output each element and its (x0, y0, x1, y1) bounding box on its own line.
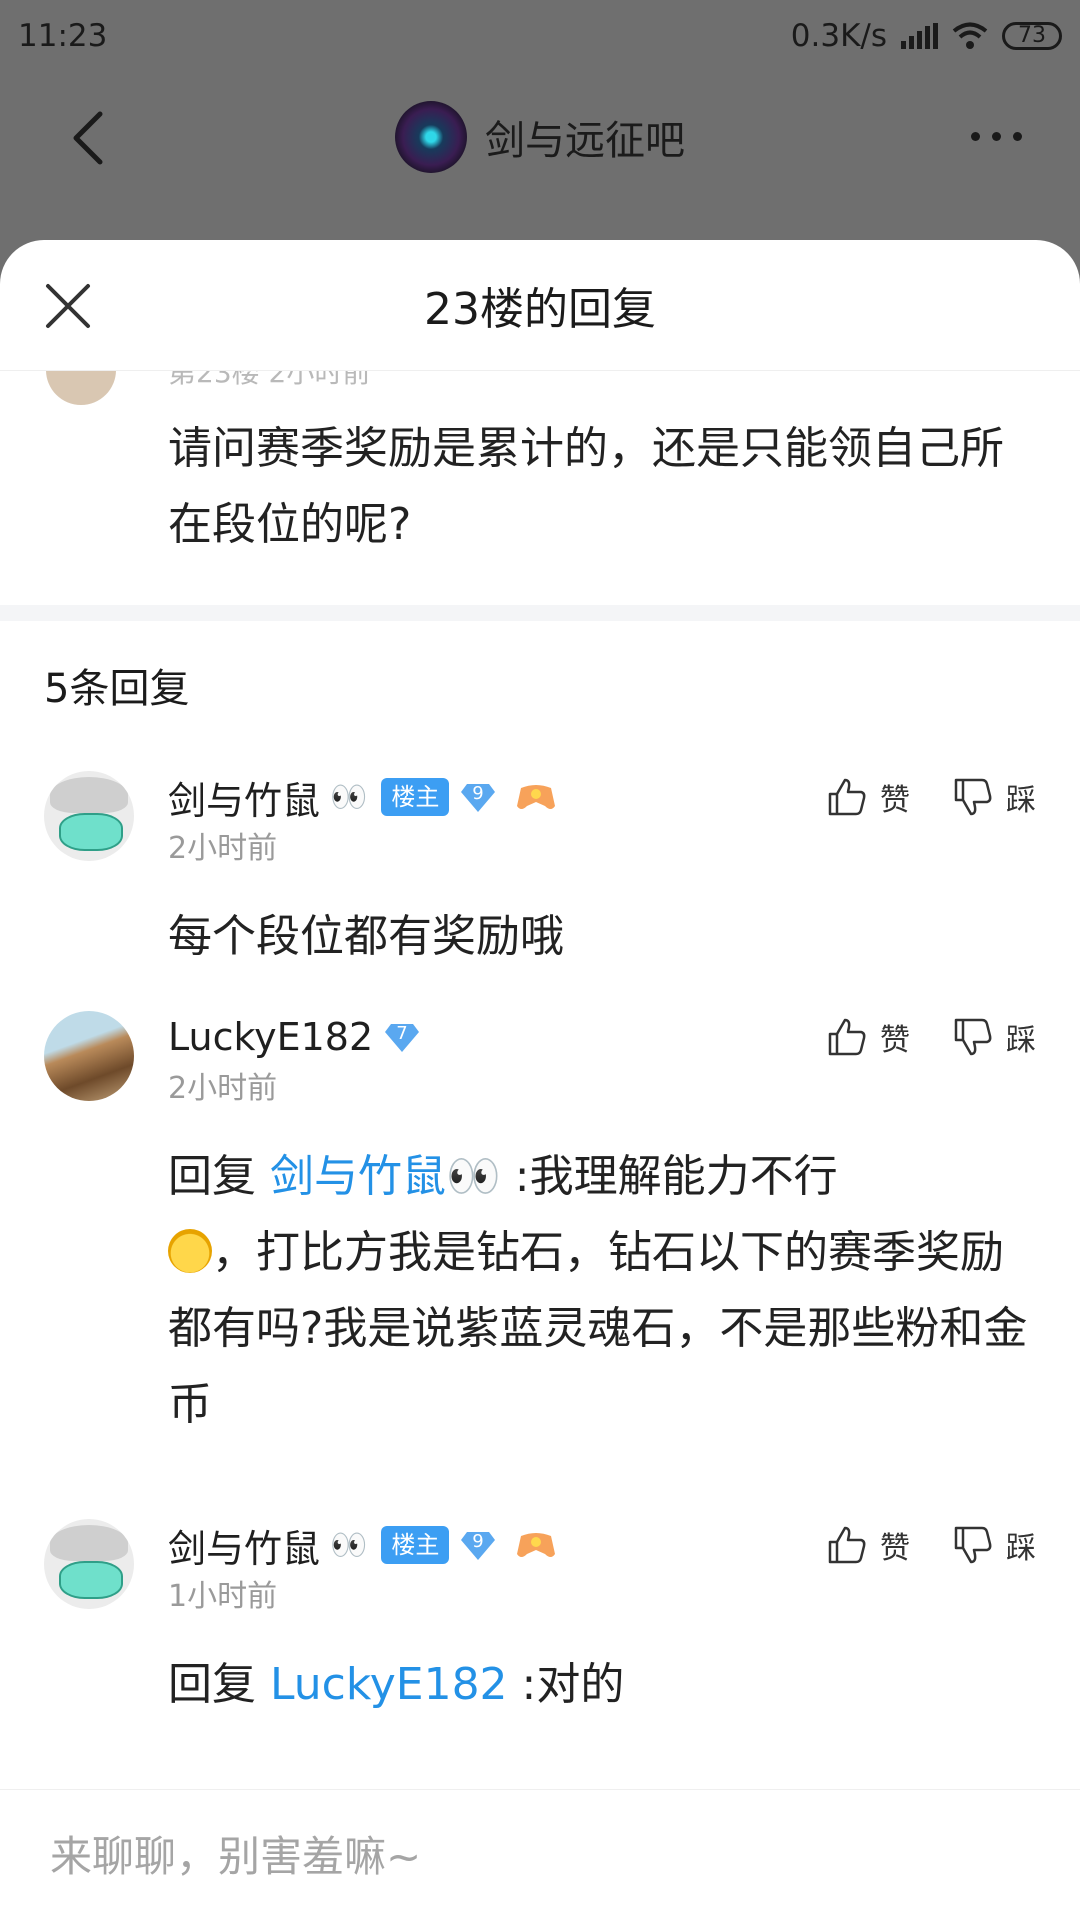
level-gem-icon: 9 (461, 783, 496, 812)
sheet-title: 23楼的回复 (424, 284, 656, 335)
user-row: 剑与竹鼠 👀 楼主 9 (168, 1519, 557, 1571)
like-label: 赞 (880, 783, 910, 818)
svg-text:9: 9 (473, 1531, 484, 1552)
status-bar: 11:23 0.3K/s 73 (0, 0, 1080, 72)
signal-icon (901, 23, 938, 49)
divider (0, 605, 1080, 621)
eyes-emoji-icon: 👀 (330, 1527, 367, 1563)
original-post-text: 请问赛季奖励是累计的，还是只能领自己所在段位的呢? (168, 423, 1004, 550)
like-button[interactable]: 赞 (826, 1523, 910, 1567)
status-icons: 0.3K/s 73 (791, 18, 1062, 54)
forum-name: 剑与远征吧 (485, 118, 685, 164)
owner-badge: 楼主 (381, 1526, 450, 1564)
reply-content: 回复 LuckyE182 :对的 (168, 1659, 625, 1710)
svg-text:7: 7 (396, 1023, 407, 1044)
thumbs-down-icon (954, 778, 992, 816)
comment-input[interactable] (48, 1820, 1032, 1892)
level-gem-icon: 7 (385, 1023, 420, 1052)
reply-time: 2小时前 (168, 831, 278, 866)
mention-link[interactable]: 剑与竹鼠👀 (270, 1151, 501, 1202)
status-time: 11:23 (18, 18, 108, 54)
wifi-icon (952, 22, 988, 49)
avatar[interactable] (44, 1011, 134, 1101)
forum-title[interactable]: 剑与远征吧 (395, 101, 685, 173)
svg-text:9: 9 (473, 783, 484, 804)
reply-time: 2小时前 (168, 1071, 278, 1106)
user-row: LuckyE182 7 (168, 1011, 421, 1063)
comment-input-bar (0, 1789, 1080, 1920)
reply-count: 5条回复 (44, 666, 190, 712)
username[interactable]: LuckyE182 (168, 1015, 373, 1059)
eyes-emoji-icon: 👀 (330, 779, 367, 815)
reply-content: 回复 剑与竹鼠👀 :我理解能力不行 ，打比方我是钻石，钻石以下的赛季奖励都有吗?我… (168, 1151, 1028, 1430)
dislike-label: 踩 (1006, 1531, 1036, 1566)
thumbs-down-icon (954, 1526, 992, 1564)
thumbs-down-icon (954, 1018, 992, 1056)
like-label: 赞 (880, 1023, 910, 1058)
reply-actions: 赞 踩 (826, 1015, 1036, 1059)
reply-time: 1小时前 (168, 1579, 278, 1614)
thumbs-up-icon (828, 778, 866, 816)
thumbs-up-icon (828, 1526, 866, 1564)
like-label: 赞 (880, 1531, 910, 1566)
replies-sheet: 23楼的回复 第23楼 2小时前 请问赛季奖励是累计的，还是只能领自己所在段位的… (0, 240, 1080, 1920)
dislike-label: 踩 (1006, 1023, 1036, 1058)
reply-content: 每个段位都有奖励哦 (168, 911, 564, 962)
net-speed: 0.3K/s (790, 18, 887, 54)
back-arrow-icon[interactable] (60, 108, 120, 168)
like-button[interactable]: 赞 (826, 775, 910, 819)
level-gem-icon: 9 (461, 1531, 496, 1560)
username[interactable]: 剑与竹鼠 (168, 1518, 320, 1573)
close-icon[interactable] (44, 282, 92, 330)
reply-actions: 赞 踩 (826, 1523, 1036, 1567)
reply-prefix: 回复 (168, 1659, 270, 1710)
user-row: 剑与竹鼠 👀 楼主 9 (168, 771, 557, 823)
dislike-button[interactable]: 踩 (952, 1523, 1036, 1567)
gamepad-icon (517, 785, 556, 809)
battery-icon: 73 (1002, 22, 1062, 50)
dislike-label: 踩 (1006, 783, 1036, 818)
reply-actions: 赞 踩 (826, 775, 1036, 819)
sweat-emoji-icon (168, 1229, 212, 1273)
username[interactable]: 剑与竹鼠 (168, 770, 320, 825)
thumbs-up-icon (828, 1018, 866, 1056)
avatar[interactable] (44, 771, 134, 861)
original-post-meta: 第23楼 2小时前 (168, 371, 371, 389)
forum-header: 剑与远征吧 (0, 72, 1080, 202)
avatar[interactable] (44, 1519, 134, 1609)
forum-avatar (395, 101, 467, 173)
gamepad-icon (517, 1533, 556, 1557)
dislike-button[interactable]: 踩 (952, 775, 1036, 819)
mention-link[interactable]: LuckyE182 (270, 1659, 508, 1710)
sheet-header: 23楼的回复 (0, 240, 1080, 371)
avatar (46, 371, 116, 405)
reply-prefix: 回复 (168, 1151, 270, 1202)
more-options-icon[interactable] (971, 132, 1022, 141)
dislike-button[interactable]: 踩 (952, 1015, 1036, 1059)
replies-scroll-area[interactable]: 第23楼 2小时前 请问赛季奖励是累计的，还是只能领自己所在段位的呢? 5条回复… (0, 371, 1080, 1790)
owner-badge: 楼主 (381, 778, 450, 816)
like-button[interactable]: 赞 (826, 1015, 910, 1059)
